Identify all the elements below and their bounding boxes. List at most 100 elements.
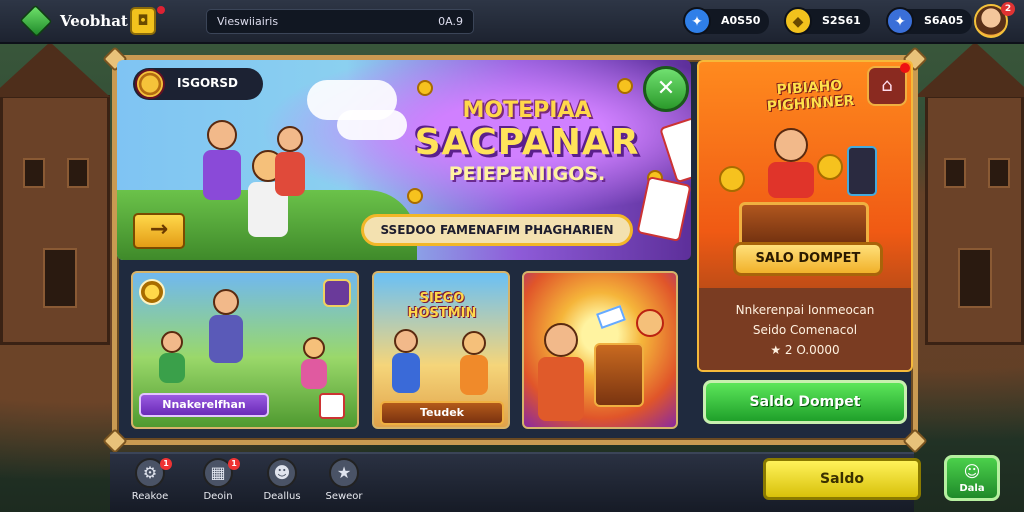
phone-icon <box>847 146 877 196</box>
resource-value: A0S50 <box>721 14 761 27</box>
resource-value: S6A05 <box>924 14 964 27</box>
coin-icon <box>417 80 433 96</box>
coin-icon <box>407 188 423 204</box>
playing-card-icon <box>659 114 691 184</box>
top-bar: Veobhat ◘ Vieswiiairis 0A.9 ✦ A0S50 ◆ S2… <box>0 0 1024 44</box>
left-house-roof <box>0 42 110 97</box>
balance-info: Nnkerenpai Ionmeocan Seido Comenacol ★ 2… <box>699 288 911 370</box>
notification-badge: 2 <box>1001 2 1015 16</box>
hero-title-line2: SACPANAR <box>414 122 640 163</box>
balance-info-line2: Seido Comenacol <box>752 323 858 337</box>
side-panel-title: PIBIAHO PIGHINNER <box>766 77 855 116</box>
balance-info-line1: Nnkerenpai Ionmeocan <box>735 303 875 317</box>
character-body <box>392 353 420 393</box>
house-window <box>67 158 89 188</box>
character-head <box>544 323 578 357</box>
coin-badge-icon <box>139 279 165 305</box>
search-value: 0A.9 <box>438 15 463 28</box>
hero-title-line1: MOTEPIAA <box>462 98 592 123</box>
coin-icon <box>135 69 165 99</box>
balance-amount: ★ 2 O.0000 <box>770 343 840 357</box>
house-door <box>958 248 992 308</box>
game-card[interactable]: Nnakerelfhan <box>131 271 359 429</box>
game-card-label: Teudek <box>380 401 504 425</box>
character-head <box>277 126 303 152</box>
game-card-label: Nnakerelfhan <box>139 393 269 417</box>
search-input[interactable]: Vieswiiairis 0A.9 <box>206 9 474 34</box>
nav-item-deoin[interactable]: ▦ 1 Deoin <box>188 458 248 502</box>
hero-banner[interactable]: ISGORSD MOTEPIAA SACPANAR PEIEPENIIGOS. … <box>117 60 691 260</box>
nav-item-reakoe[interactable]: ⚙ 1 Reakoe <box>120 458 180 502</box>
plus-diamond-icon: ✦ <box>683 7 711 35</box>
search-text: Vieswiiairis <box>217 15 279 28</box>
coin-icon <box>817 154 843 180</box>
nav-label: Reakoe <box>131 491 169 502</box>
chat-icon: ☺ <box>963 462 981 481</box>
character-head <box>636 309 664 337</box>
gold-cube-icon: ◆ <box>784 7 812 35</box>
left-house <box>0 95 110 345</box>
character-head <box>462 331 486 355</box>
arrow-right-button[interactable]: → <box>133 213 185 249</box>
game-card[interactable] <box>522 271 678 429</box>
chat-label: Dala <box>959 483 985 494</box>
character-body <box>460 355 488 395</box>
chat-button[interactable]: ☺ Dala <box>944 455 1000 501</box>
salo-dompet-button[interactable]: SALO DOMPET <box>733 242 883 276</box>
game-card[interactable]: SIEGO HOSTMIN Teudek <box>372 271 510 429</box>
resource-counter-gold[interactable]: ◆ S2S61 <box>784 7 870 35</box>
character-head <box>394 329 418 353</box>
app-title: Veobhat <box>60 12 128 30</box>
nav-label: Deoin <box>203 491 233 502</box>
nav-badge: 1 <box>228 458 240 470</box>
character-body <box>209 315 243 363</box>
hero-pill-text: ISGORSD <box>177 76 239 90</box>
character-body <box>538 357 584 421</box>
hero-title: MOTEPIAA SACPANAR PEIEPENIIGOS. <box>407 98 647 185</box>
house-window <box>988 158 1010 188</box>
resource-value: S2S61 <box>822 14 861 27</box>
character-body <box>768 162 814 198</box>
character-head <box>161 331 183 353</box>
resource-counter-gems[interactable]: ✦ A0S50 <box>683 7 769 35</box>
game-card-title: SIEGO HOSTMIN <box>407 291 477 321</box>
face-icon: ☻ <box>267 458 297 488</box>
coin-icon <box>617 78 633 94</box>
plus-diamond-icon: ✦ <box>886 7 914 35</box>
resource-counter-crystals[interactable]: ✦ S6A05 <box>886 7 972 35</box>
nav-item-deallus[interactable]: ☻ Deallus <box>252 458 312 502</box>
character-body <box>159 353 185 383</box>
hero-title-line3: PEIEPENIIGOS. <box>448 163 606 185</box>
right-house-roof <box>915 42 1024 97</box>
nav-label: Seweor <box>325 491 363 502</box>
app-logo-icon <box>19 4 53 38</box>
hero-label-pill: ISGORSD <box>133 68 263 100</box>
slot-machine-icon <box>594 343 644 407</box>
star-badge-button[interactable]: ✕ <box>643 66 689 112</box>
bag-notification-dot <box>900 63 910 73</box>
house-window <box>944 158 966 188</box>
card-icon <box>319 393 345 419</box>
saldo-dompet-button[interactable]: Saldo Dompet <box>703 380 907 424</box>
cloud <box>337 110 407 140</box>
right-house <box>925 95 1024 345</box>
star-icon: ★ <box>329 458 359 488</box>
character-body <box>203 150 241 200</box>
nav-item-seweor[interactable]: ★ Seweor <box>314 458 374 502</box>
nav-label: Deallus <box>263 491 301 502</box>
character-head <box>303 337 325 359</box>
gift-icon[interactable]: ◘ <box>130 7 156 35</box>
nav-badge: 1 <box>160 458 172 470</box>
playing-card-icon <box>636 176 691 242</box>
house-door <box>43 248 77 308</box>
ticket-icon <box>596 305 626 329</box>
hero-promo-banner[interactable]: SSEDOO FAMENAFIM PHAGHARIEN <box>361 214 633 246</box>
gift-notification-dot <box>157 6 165 14</box>
character-head <box>207 120 237 150</box>
game-thumb-icon <box>323 279 351 307</box>
character-body <box>301 359 327 389</box>
character-body <box>275 152 305 196</box>
saldo-button[interactable]: Saldo <box>763 458 921 500</box>
wallet-promo-panel[interactable]: PIBIAHO PIGHINNER ⌂ SALO DOMPET Nnkerenp… <box>697 60 913 372</box>
house-window <box>23 158 45 188</box>
